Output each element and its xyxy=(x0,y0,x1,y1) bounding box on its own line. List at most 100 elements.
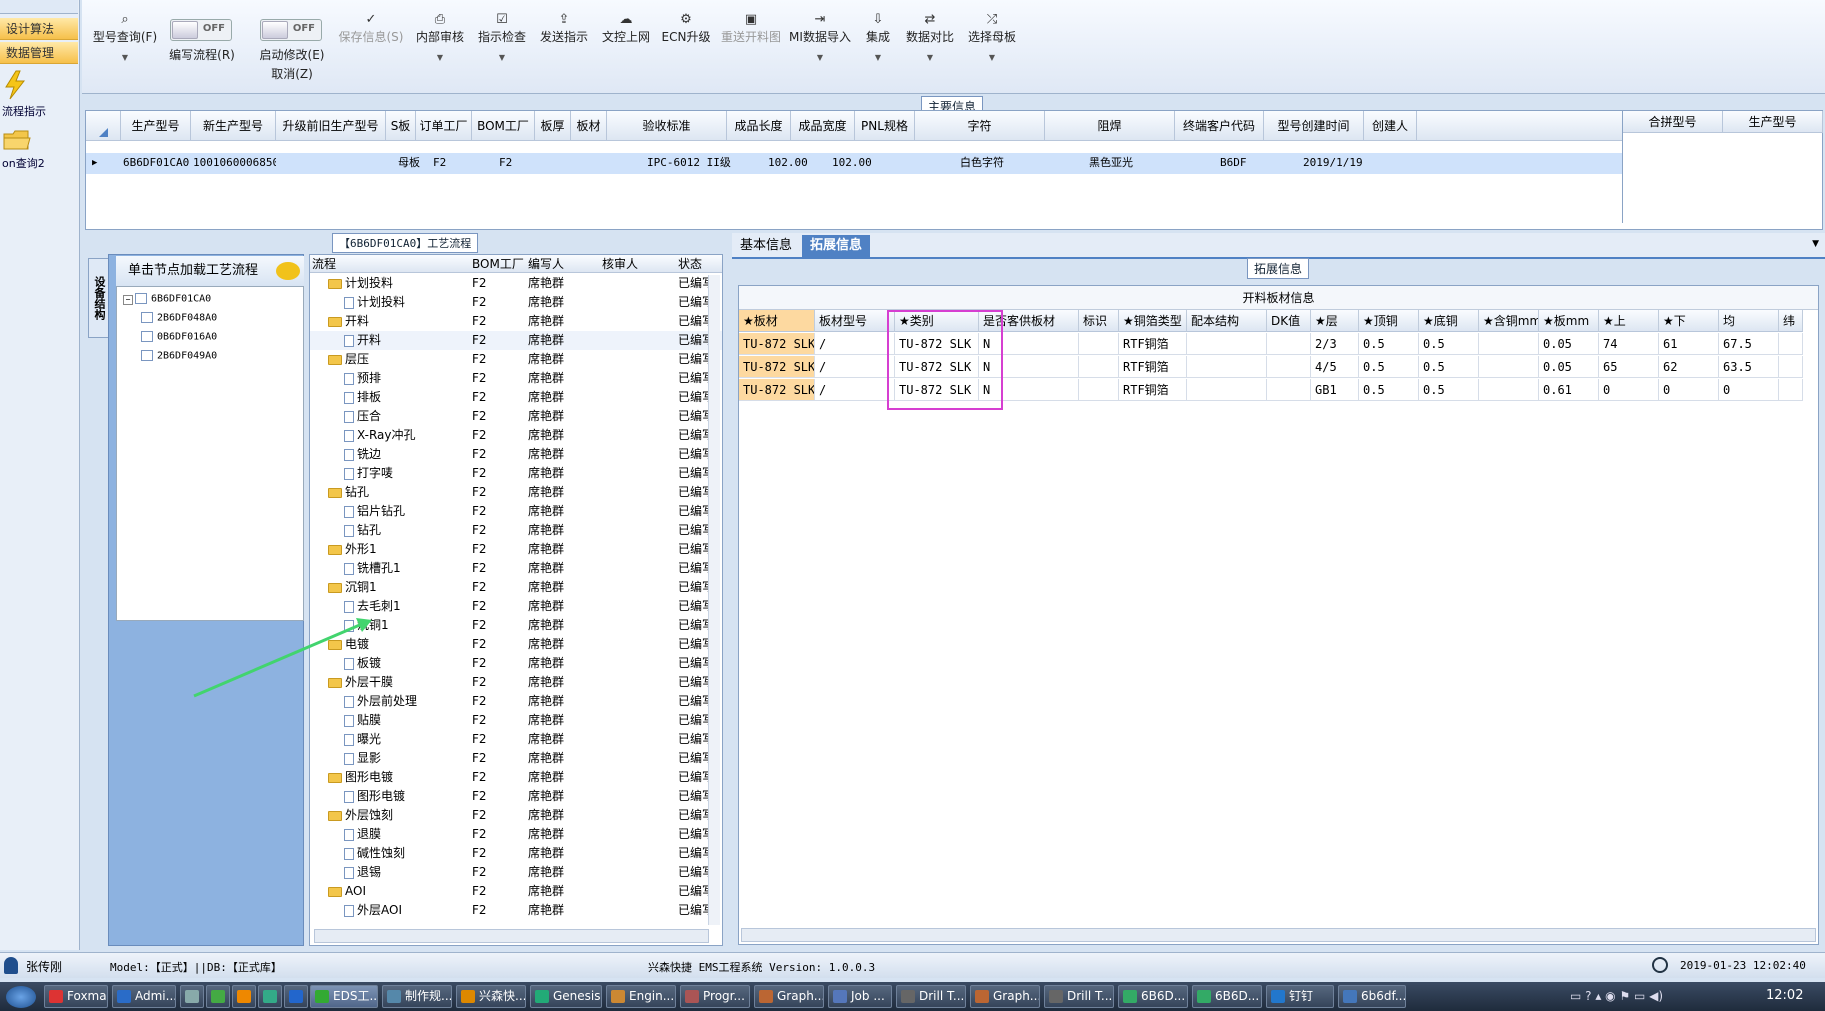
col-header[interactable]: 创建人 xyxy=(1364,111,1417,141)
mi-data-import-button[interactable]: ⇥ MI数据导入 ▼ xyxy=(786,12,854,62)
start-icon[interactable] xyxy=(6,986,36,1008)
nav-item-data-management[interactable]: 数据管理 xyxy=(0,42,78,64)
taskbar-task[interactable]: 6B6D... xyxy=(1118,985,1188,1008)
taskbar-task[interactable]: Drill T... xyxy=(1044,985,1114,1008)
process-row[interactable]: 预排 F2 席艳群 已编写 xyxy=(310,369,722,388)
chevron-down-icon[interactable]: ▼ xyxy=(962,53,1022,62)
process-row[interactable]: 打字唛 F2 席艳群 已编写 xyxy=(310,464,722,483)
taskbar-task[interactable] xyxy=(258,985,282,1008)
col-header[interactable]: BOM工厂 xyxy=(472,111,535,141)
process-row[interactable]: 计划投料 F2 席艳群 已编写 xyxy=(310,274,722,293)
process-row[interactable]: 贴膜 F2 席艳群 已编写 xyxy=(310,711,722,730)
chevron-down-icon[interactable]: ▼ xyxy=(786,53,854,62)
ext-col-header[interactable]: ★含铜mm xyxy=(1479,310,1539,332)
ext-cell[interactable]: 0.05 xyxy=(1539,356,1599,378)
ext-cell[interactable]: TU-872 SLK xyxy=(739,356,815,378)
horizontal-scrollbar[interactable] xyxy=(314,929,709,943)
ext-cell[interactable]: TU-872 SLK xyxy=(739,333,815,355)
col-header[interactable]: 生产型号 xyxy=(1723,111,1823,133)
ext-cell[interactable]: RTF铜箔 xyxy=(1119,333,1187,355)
ext-col-header[interactable]: ★顶铜 xyxy=(1359,310,1419,332)
col-header[interactable]: BOM工厂 xyxy=(472,255,524,273)
ext-cell[interactable] xyxy=(1479,333,1539,355)
col-header[interactable]: 新生产型号 xyxy=(191,111,276,141)
ext-col-header[interactable]: ★板材 xyxy=(739,310,815,332)
chevron-down-icon[interactable]: ▼ xyxy=(1812,239,1819,249)
process-row[interactable]: 外层AOI F2 席艳群 已编写 xyxy=(310,901,722,920)
process-row[interactable]: 沉铜1 F2 席艳群 已编写 xyxy=(310,578,722,597)
taskbar-task[interactable] xyxy=(284,985,308,1008)
ext-cell[interactable] xyxy=(1079,333,1119,355)
ext-cell[interactable]: 2/3 xyxy=(1311,333,1359,355)
ext-cell[interactable] xyxy=(1479,379,1539,401)
table-row[interactable]: ▶ 6B6DF01CA0 10010600068506 母板 F2 F2 IPC… xyxy=(86,153,1622,174)
process-row[interactable]: 计划投料 F2 席艳群 已编写 xyxy=(310,293,722,312)
process-row[interactable]: 退锡 F2 席艳群 已编写 xyxy=(310,863,722,882)
ext-cell[interactable]: 67.5 xyxy=(1719,333,1779,355)
process-row[interactable]: 钻孔 F2 席艳群 已编写 xyxy=(310,521,722,540)
taskbar-task[interactable]: Genesis xyxy=(530,985,602,1008)
taskbar-task[interactable]: 6b6df... xyxy=(1338,985,1406,1008)
horizontal-scrollbar[interactable] xyxy=(741,928,1816,942)
ext-cell[interactable]: 0.5 xyxy=(1419,333,1479,355)
col-header[interactable]: 状态 xyxy=(678,255,702,273)
ext-cell[interactable]: RTF铜箔 xyxy=(1119,356,1187,378)
col-header[interactable]: 字符 xyxy=(915,111,1045,141)
process-row[interactable]: 图形电镀 F2 席艳群 已编写 xyxy=(310,787,722,806)
taskbar-task[interactable]: Progr... xyxy=(680,985,750,1008)
internal-review-button[interactable]: ⎙ 内部审核 ▼ xyxy=(410,12,470,62)
ext-cell[interactable] xyxy=(1267,333,1311,355)
chevron-down-icon[interactable]: ▼ xyxy=(472,53,532,62)
ext-cell[interactable]: / xyxy=(815,379,895,401)
process-row[interactable]: 铝片钻孔 F2 席艳群 已编写 xyxy=(310,502,722,521)
model-query-button[interactable]: ⌕ 型号查询(F) ▼ xyxy=(90,12,160,62)
ext-cell[interactable]: 74 xyxy=(1599,333,1659,355)
process-row[interactable]: 退膜 F2 席艳群 已编写 xyxy=(310,825,722,844)
col-header[interactable]: 订单工厂 xyxy=(416,111,472,141)
process-row[interactable]: 显影 F2 席艳群 已编写 xyxy=(310,749,722,768)
ecn-upgrade-button[interactable]: ⚙ ECN升级 xyxy=(658,12,714,45)
taskbar-task[interactable]: Admi... xyxy=(112,985,176,1008)
nav-process-indicator[interactable]: 流程指示 xyxy=(0,70,78,119)
taskbar-task[interactable]: Job ... xyxy=(828,985,892,1008)
data-compare-button[interactable]: ⇄ 数据对比 ▼ xyxy=(900,12,960,62)
ext-cell[interactable]: 0.5 xyxy=(1359,379,1419,401)
tab-extended-info[interactable]: 拓展信息 xyxy=(802,235,871,259)
col-header[interactable]: 验收标准 xyxy=(607,111,727,141)
taskbar-task[interactable]: Drill T... xyxy=(896,985,966,1008)
tree-node[interactable]: 2B6DF049A0 xyxy=(141,350,217,362)
col-header[interactable]: 板材 xyxy=(571,111,607,141)
ext-cell[interactable]: 65 xyxy=(1599,356,1659,378)
taskbar-task[interactable]: Graph... xyxy=(754,985,824,1008)
process-row[interactable]: 层压 F2 席艳群 已编写 xyxy=(310,350,722,369)
ext-col-header[interactable]: ★下 xyxy=(1659,310,1719,332)
taskbar-task[interactable]: Foxmail xyxy=(44,985,108,1008)
resend-cut-drawing-button[interactable]: ▣ 重送开料图 xyxy=(718,12,784,45)
taskbar-task[interactable]: EDS工... xyxy=(310,985,378,1008)
process-row[interactable]: 钻孔 F2 席艳群 已编写 xyxy=(310,483,722,502)
ext-col-header[interactable]: ★层 xyxy=(1311,310,1359,332)
ext-cell[interactable] xyxy=(1079,356,1119,378)
cancel-text[interactable]: 取消(Z) xyxy=(250,65,334,82)
process-row[interactable]: 外层蚀刻 F2 席艳群 已编写 xyxy=(310,806,722,825)
col-header[interactable]: PNL规格 xyxy=(855,111,915,141)
vertical-scrollbar[interactable] xyxy=(708,275,720,925)
taskbar-task[interactable] xyxy=(206,985,230,1008)
taskbar-task[interactable]: 6B6D... xyxy=(1192,985,1262,1008)
ext-col-header[interactable]: 板材型号 xyxy=(815,310,895,332)
instruction-check-button[interactable]: ☑ 指示检查 ▼ xyxy=(472,12,532,62)
ext-cell[interactable] xyxy=(1779,379,1803,401)
col-header[interactable]: 阻焊 xyxy=(1045,111,1175,141)
process-row[interactable]: AOI F2 席艳群 已编写 xyxy=(310,882,722,901)
ext-cell[interactable] xyxy=(1079,379,1119,401)
chevron-down-icon[interactable]: ▼ xyxy=(90,53,160,62)
ext-col-header[interactable]: 均 xyxy=(1719,310,1779,332)
process-row[interactable]: 外形1 F2 席艳群 已编写 xyxy=(310,540,722,559)
side-tab-equipment[interactable]: 设备结构 xyxy=(88,258,110,338)
ext-cell[interactable]: 0.5 xyxy=(1359,333,1419,355)
ext-cell[interactable]: 62 xyxy=(1659,356,1719,378)
ext-cell[interactable]: 4/5 xyxy=(1311,356,1359,378)
chat-bubble-icon[interactable] xyxy=(276,262,300,280)
process-row[interactable]: 图形电镀 F2 席艳群 已编写 xyxy=(310,768,722,787)
tab-basic-info[interactable]: 基本信息 xyxy=(732,235,800,259)
